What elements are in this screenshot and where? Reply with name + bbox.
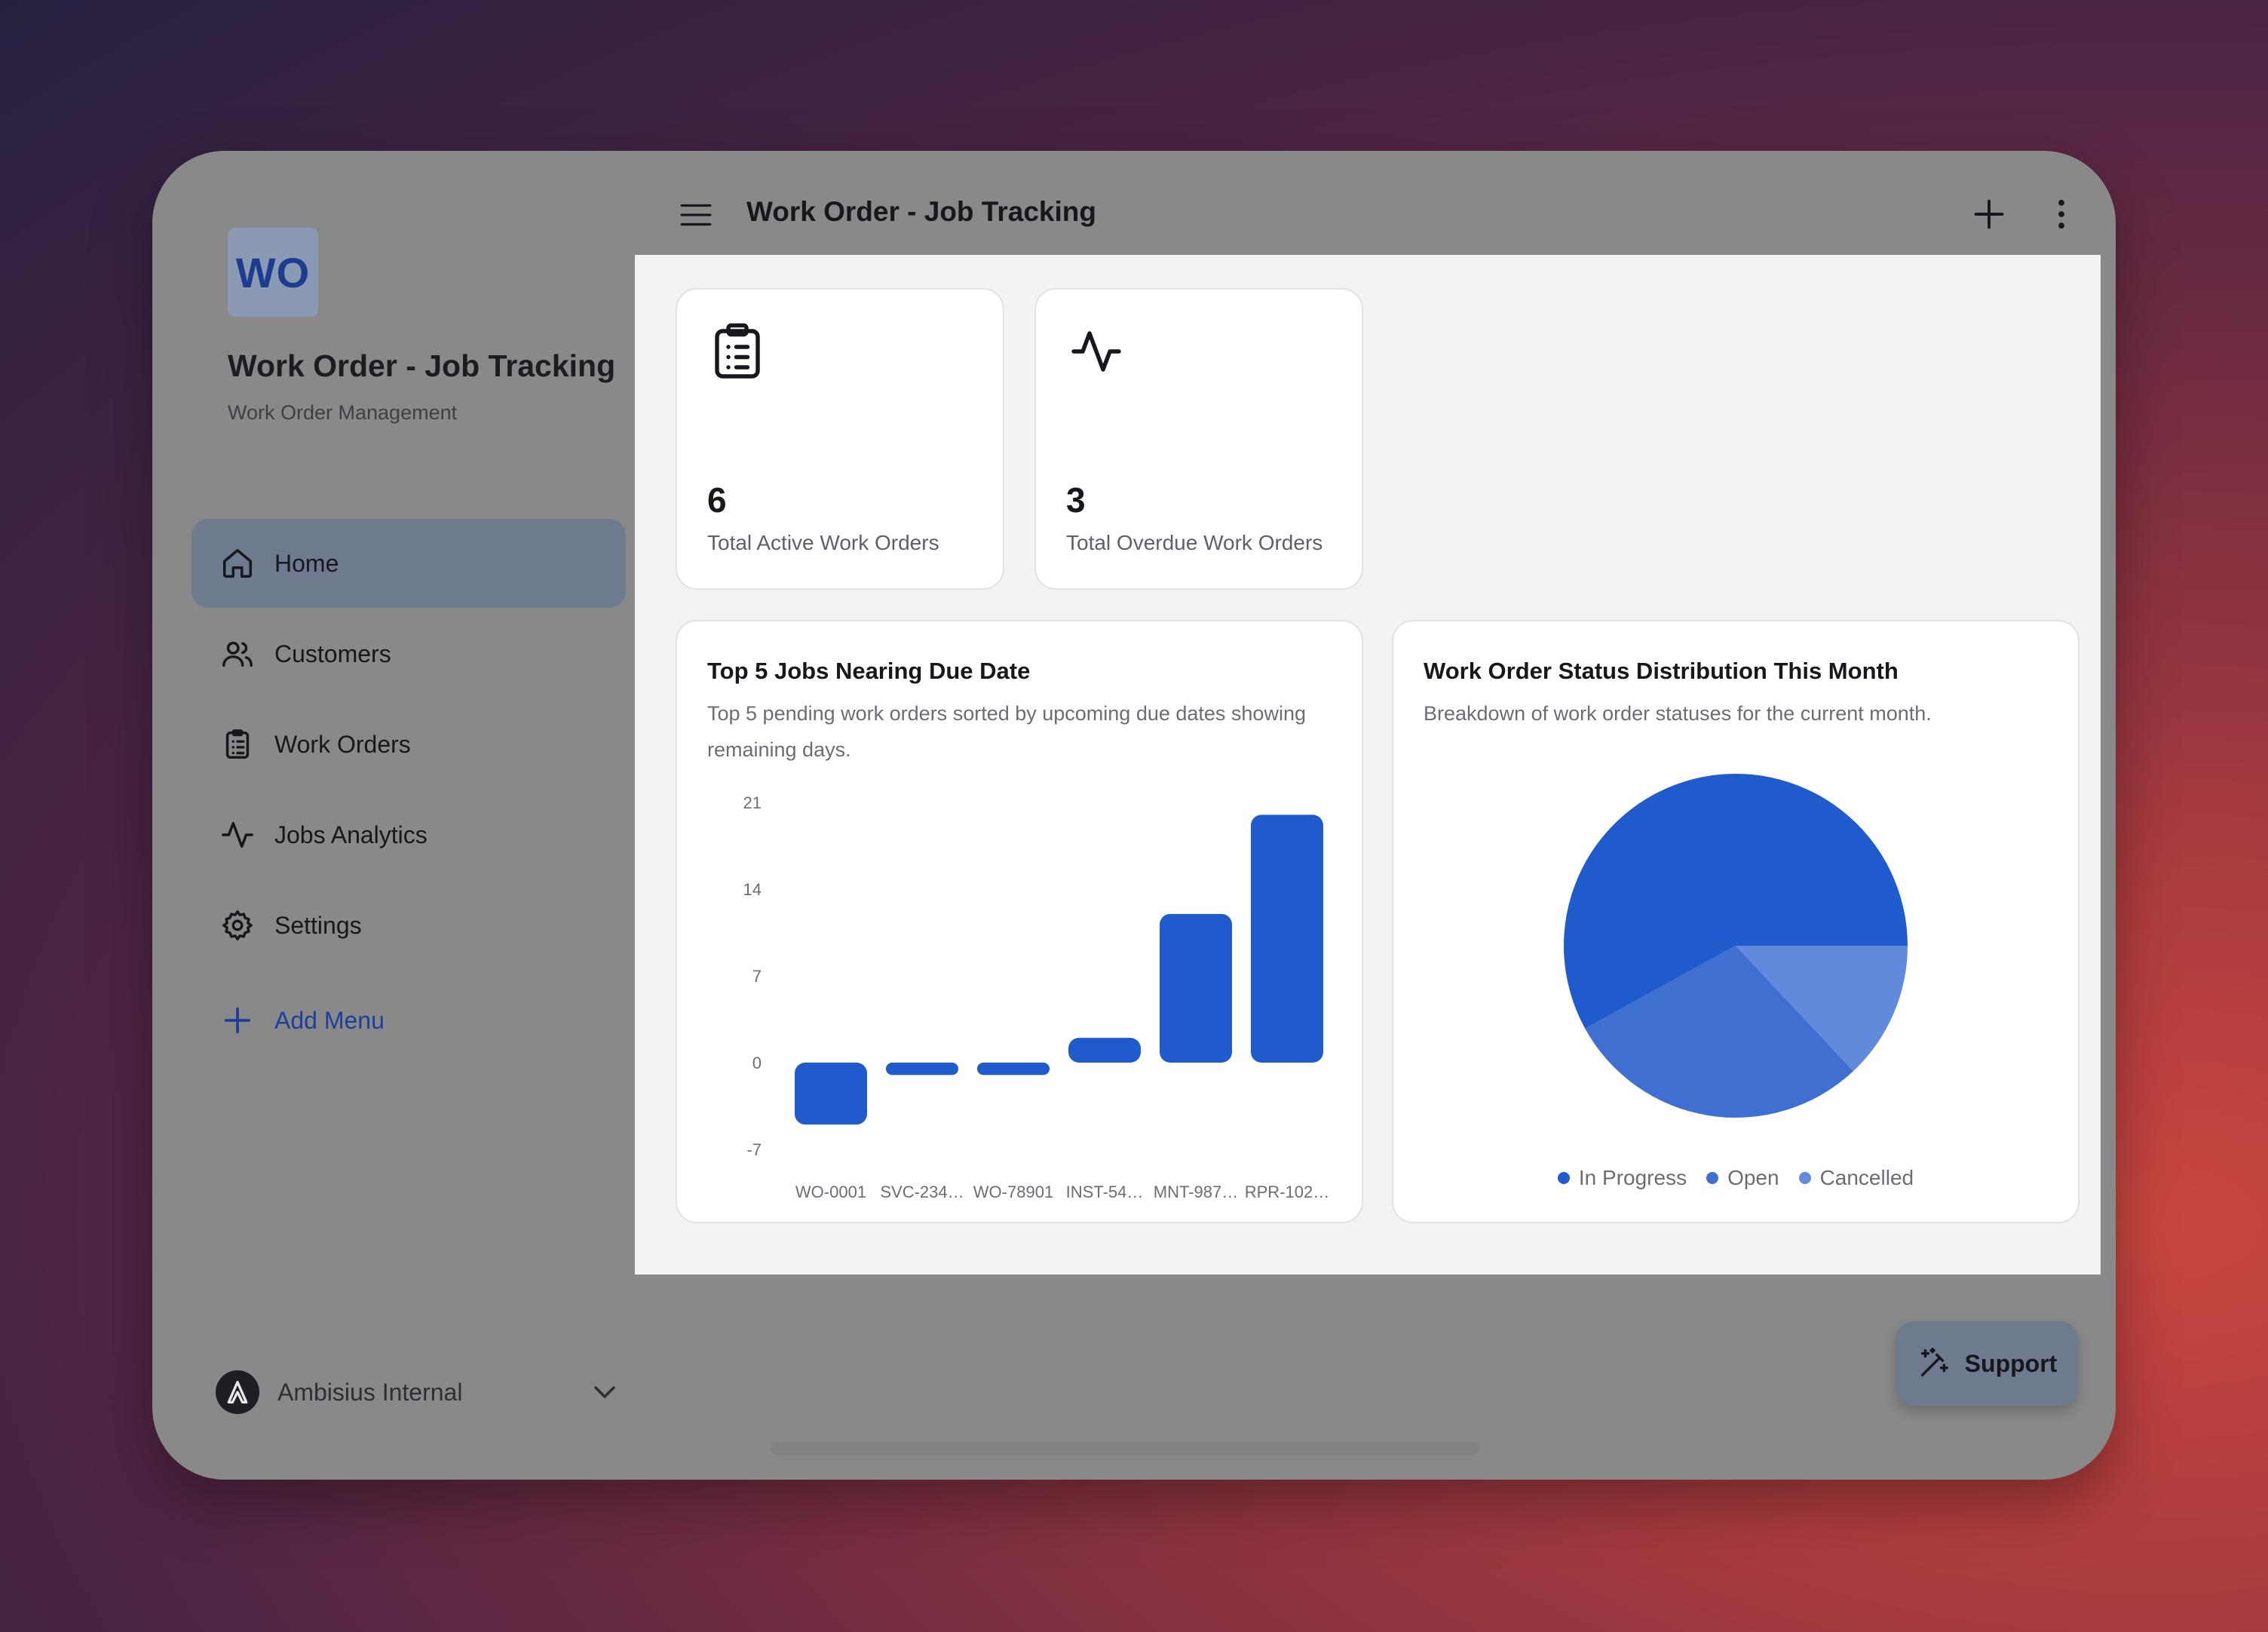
chevron-down-icon: [594, 1386, 615, 1398]
y-tick-label: -7: [746, 1140, 762, 1159]
sidebar-item-settings[interactable]: Settings: [192, 881, 626, 970]
add-menu-label: Add Menu: [274, 1006, 385, 1034]
support-label: Support: [1964, 1349, 2058, 1377]
add-icon[interactable]: [1969, 195, 2009, 234]
legend-label: Cancelled: [1819, 1166, 1914, 1189]
bar[interactable]: [977, 1063, 1050, 1075]
pie-chart: [1564, 774, 1908, 1118]
x-tick-label: RPR-102…: [1245, 1183, 1329, 1201]
x-tick-label: SVC-234…: [880, 1183, 964, 1201]
y-tick-label: 21: [743, 793, 762, 812]
sidebar-item-label: Customers: [274, 640, 391, 667]
x-tick-label: WO-78901: [973, 1183, 1053, 1201]
plus-icon: [220, 1003, 255, 1038]
magic-wand-icon: [1920, 1348, 1948, 1377]
support-button[interactable]: Support: [1896, 1321, 2078, 1406]
x-tick-label: INST-54…: [1066, 1183, 1144, 1201]
clipboard-icon: [220, 727, 255, 762]
bar-chart: 21 14 7 0 -7 WO-0001 SVC-234… WO-78901 INST-54… M…: [743, 793, 1330, 1201]
clipboard-icon: [715, 323, 760, 379]
menu-icon[interactable]: [677, 196, 715, 234]
legend-item: In Progress: [1557, 1166, 1687, 1190]
legend-item: Open: [1706, 1166, 1779, 1190]
org-switcher[interactable]: Ambisius Internal: [216, 1368, 623, 1416]
bar[interactable]: [1160, 913, 1232, 1063]
stat-value: 6: [707, 480, 727, 520]
y-tick-label: 14: [743, 880, 762, 899]
home-icon: [220, 546, 255, 581]
users-icon: [220, 637, 255, 671]
bar[interactable]: [795, 1063, 867, 1125]
sidebar-item-customers[interactable]: Customers: [192, 609, 626, 698]
org-name: Ambisius Internal: [277, 1378, 463, 1406]
stat-card-active: 6 Total Active Work Orders: [676, 288, 1004, 590]
stat-card-overdue: 3 Total Overdue Work Orders: [1034, 288, 1363, 590]
pie-chart-card: Work Order Status Distribution This Mont…: [1392, 620, 2080, 1223]
add-menu-button[interactable]: Add Menu: [192, 976, 626, 1065]
bar-chart-card: Top 5 Jobs Nearing Due Date Top 5 pendin…: [676, 620, 1363, 1223]
page-title: Work Order - Job Tracking: [746, 196, 1096, 227]
bar[interactable]: [1251, 814, 1323, 1063]
app-title: Work Order - Job Tracking: [228, 348, 616, 383]
sidebar-item-label: Jobs Analytics: [274, 821, 428, 848]
legend-item: Cancelled: [1798, 1166, 1914, 1190]
org-logo-icon: [216, 1370, 259, 1414]
x-tick-label: MNT-987…: [1154, 1183, 1238, 1201]
more-vertical-icon[interactable]: [2042, 195, 2081, 234]
sidebar-item-home[interactable]: Home: [192, 519, 626, 608]
stat-value: 3: [1066, 480, 1086, 520]
sidebar-item-label: Home: [274, 549, 339, 577]
y-tick-label: 7: [752, 967, 762, 986]
activity-icon: [220, 818, 255, 852]
stat-label: Total Overdue Work Orders: [1066, 531, 1323, 554]
app-window: WO Work Order - Job Tracking Work Order …: [152, 151, 2116, 1480]
x-tick-label: WO-0001: [795, 1183, 866, 1201]
stat-label: Total Active Work Orders: [707, 531, 939, 554]
sidebar-item-jobs-analytics[interactable]: Jobs Analytics: [192, 790, 626, 879]
chart-legend: In Progress Open Cancelled: [1393, 1166, 2078, 1190]
activity-icon: [1071, 331, 1121, 372]
dashboard-content: 6 Total Active Work Orders 3 Total Overd…: [635, 255, 2101, 1275]
sidebar-item-label: Settings: [274, 911, 362, 939]
y-tick-label: 0: [752, 1054, 762, 1072]
bar[interactable]: [1068, 1038, 1141, 1063]
legend-label: Open: [1727, 1166, 1779, 1189]
app-subtitle: Work Order Management: [228, 401, 458, 424]
app-logo: WO: [228, 228, 318, 317]
scroll-indicator: [771, 1442, 1479, 1456]
sidebar-item-work-orders[interactable]: Work Orders: [192, 700, 626, 789]
gear-icon: [220, 908, 255, 943]
bar[interactable]: [886, 1063, 958, 1075]
legend-label: In Progress: [1578, 1166, 1687, 1189]
sidebar-item-label: Work Orders: [274, 730, 411, 758]
